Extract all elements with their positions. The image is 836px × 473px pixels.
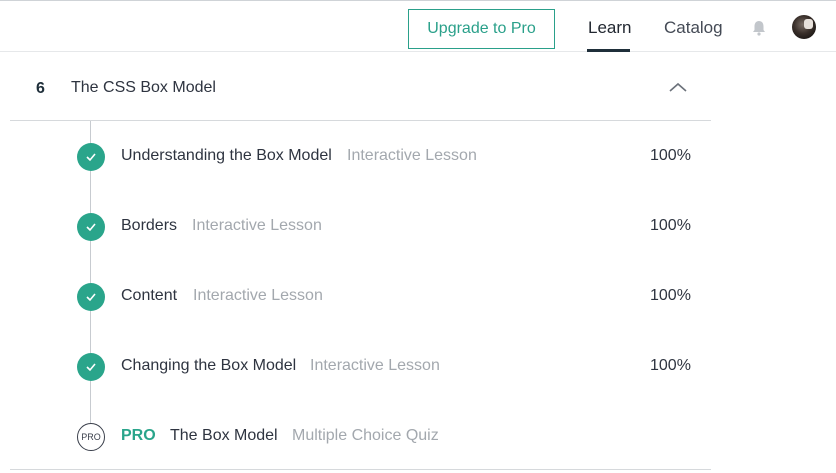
check-icon [77,143,105,171]
lesson-progress: 100% [650,287,691,304]
lesson-progress: 100% [650,147,691,164]
lesson-item[interactable]: Content Interactive Lesson 100% [0,282,711,312]
module-header[interactable]: 6 The CSS Box Model [10,56,711,121]
lesson-title: Content [121,287,178,304]
lesson-type: Interactive Lesson [192,217,322,234]
chevron-up-icon[interactable] [668,81,688,93]
lesson-item[interactable]: Changing the Box Model Interactive Lesso… [0,352,711,382]
lesson-item[interactable]: Understanding the Box Model Interactive … [0,142,711,172]
lesson-type: Interactive Lesson [347,147,477,164]
nav-catalog-link[interactable]: Catalog [664,18,723,38]
module-number: 6 [36,80,45,97]
pro-badge-icon: PRO [77,423,105,451]
check-icon [77,353,105,381]
lesson-title: Borders [121,217,178,234]
lesson-type: Interactive Lesson [193,287,323,304]
lesson-title: Changing the Box Model [121,357,297,374]
lesson-title: Understanding the Box Model [121,147,332,164]
pro-tag: PRO [121,427,156,444]
nav-learn-link[interactable]: Learn [588,18,631,38]
check-icon [77,283,105,311]
lesson-progress: 100% [650,217,691,234]
lesson-type: Interactive Lesson [310,357,440,374]
lesson-progress: 100% [650,357,691,374]
bell-icon[interactable] [750,19,768,37]
lesson-type: Multiple Choice Quiz [292,427,439,444]
check-icon [77,213,105,241]
lesson-title: The Box Model [170,427,278,444]
divider [10,469,711,470]
top-navigation-bar: Upgrade to Pro Learn Catalog [0,0,836,52]
lesson-item[interactable]: Borders Interactive Lesson 100% [0,212,711,242]
upgrade-to-pro-button[interactable]: Upgrade to Pro [408,9,555,49]
pro-lesson-item[interactable]: PRO PRO The Box Model Multiple Choice Qu… [0,422,711,452]
active-tab-indicator [587,49,630,52]
avatar[interactable] [792,15,816,39]
module-title: The CSS Box Model [71,79,216,96]
